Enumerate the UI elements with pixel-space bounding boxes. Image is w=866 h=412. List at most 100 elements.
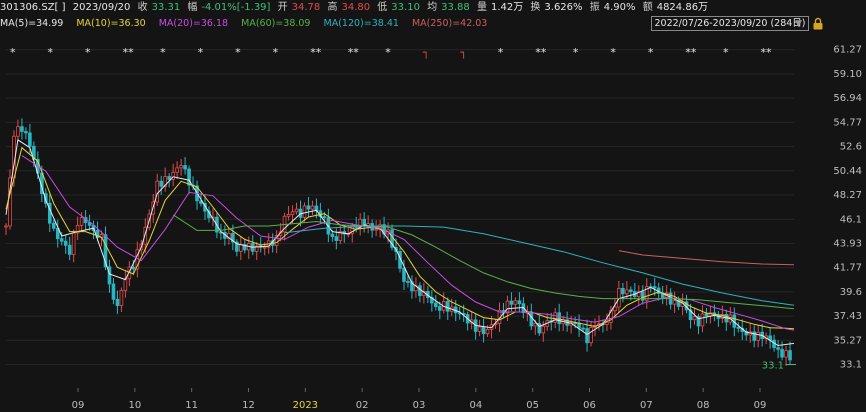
candle-body [71,232,76,255]
candle-body [179,165,183,169]
amount-value: 4824.86万 [656,2,709,13]
event-marker: * [610,46,616,59]
candle-body [481,326,486,335]
candle-body [322,216,327,219]
close-value: 33.31 [151,2,181,13]
candle-body [51,222,56,229]
candle-body [621,287,625,295]
candle-body [4,225,8,228]
y-tick-label: 52.6 [840,142,862,153]
legend-ma5: MA(5)=34.99 [0,18,64,29]
avg-value: 33.88 [441,2,470,13]
event-marker: ** [310,46,322,59]
candle-body [605,321,609,325]
candle-body [28,132,32,147]
y-tick-label: 33.1 [840,360,862,371]
candle-body [736,326,741,329]
turnover-label: 换 [530,2,541,13]
candle-body [167,176,171,180]
event-marker: ┐ [460,46,467,59]
candle-body [513,300,518,305]
legend-ma250: MA(250)=42.03 [411,18,488,29]
candle-body [477,326,482,332]
low-value: 33.10 [391,2,420,13]
ma60-line [172,214,795,310]
candle-body [581,327,585,330]
candle-body [780,348,784,358]
x-tick-label: 10 [128,400,141,411]
candle-body [107,266,112,285]
candle-body [24,131,28,134]
candle-body [445,301,450,312]
candle-body [629,289,633,293]
triangle-down-icon[interactable]: ▼ [795,16,802,32]
y-tick-label: 59.10 [833,69,862,80]
open-value: 34.78 [291,2,321,13]
ma250-line [618,250,795,266]
candle-body [306,205,311,210]
event-marker: ** [348,46,360,59]
candle-body [437,306,442,311]
low-label: 低 [377,2,388,13]
change-label: 幅 [187,2,198,13]
candle-body [700,313,705,327]
event-marker: * [10,46,16,59]
ma120-line [284,225,795,306]
y-tick-label: 48.27 [833,190,862,201]
event-marker: * [723,46,729,59]
event-marker: * [48,46,54,59]
lock-icon[interactable] [812,17,824,30]
event-marker: * [198,46,204,59]
candle-body [585,328,589,344]
quote-date: 2023/09/20 [72,2,131,13]
candle-body [310,205,315,210]
event-marker: ** [535,46,547,59]
candle-body [756,331,760,341]
candle-body [406,281,410,283]
x-tick-label: 06 [583,400,596,411]
event-marker: ┐ [423,46,430,59]
change-value: -4.01%[-1.39] [201,2,271,13]
candle-body [485,329,490,335]
candle-body [776,347,780,350]
candle-body [302,205,307,218]
event-marker: ** [123,46,135,59]
avg-label: 均 [427,2,438,13]
candle-body [286,214,291,217]
candle-body [402,267,406,282]
quote-summary-bar: 301306.SZ[ ] 2023/09/20 收 33.31 幅 -4.01%[-… [0,0,866,16]
x-tick-label: 07 [640,400,653,411]
event-marker: * [235,46,241,59]
candle-body [290,211,295,215]
y-tick-label: 61.27 [833,45,862,56]
y-tick-label: 54.77 [833,117,862,128]
y-tick-label: 50.44 [833,166,862,177]
event-marker: * [498,46,504,59]
candle-body [119,290,124,307]
legend-ma20: MA(20)=36.18 [158,18,229,29]
event-marker: * [648,46,654,59]
event-marker: * [160,46,166,59]
high-label: 高 [327,2,338,13]
x-tick-label: 11 [185,400,198,411]
candle-body [79,217,84,226]
close-label: 收 [137,2,148,13]
x-tick-label: 09 [72,400,85,411]
x-tick-label: 05 [526,400,539,411]
candle-body [155,180,160,203]
x-tick-label: 12 [242,400,255,411]
candle-body [294,208,299,213]
candle-body [239,244,243,252]
candlestick-chart[interactable]: 61.27 59.10 56.94 54.77 52.6 50.44 48.27 46.1 43… [0,32,866,412]
y-tick-label: 41.77 [833,263,862,274]
x-tick-label: 08 [697,400,710,411]
candle-body [672,300,677,305]
y-tick-label: 39.6 [840,287,862,298]
date-range-selector[interactable]: 2022/07/26-2023/09/20 (284日) [651,16,809,31]
candle-body [330,233,335,237]
y-tick-label: 46.1 [840,214,862,225]
candle-body [692,316,697,321]
legend-ma60: MA(60)=38.09 [241,18,311,29]
date-range-text: 2022/07/26-2023/09/20 (284日) [654,18,806,29]
stock-code: 301306.SZ[ ] [0,2,66,13]
